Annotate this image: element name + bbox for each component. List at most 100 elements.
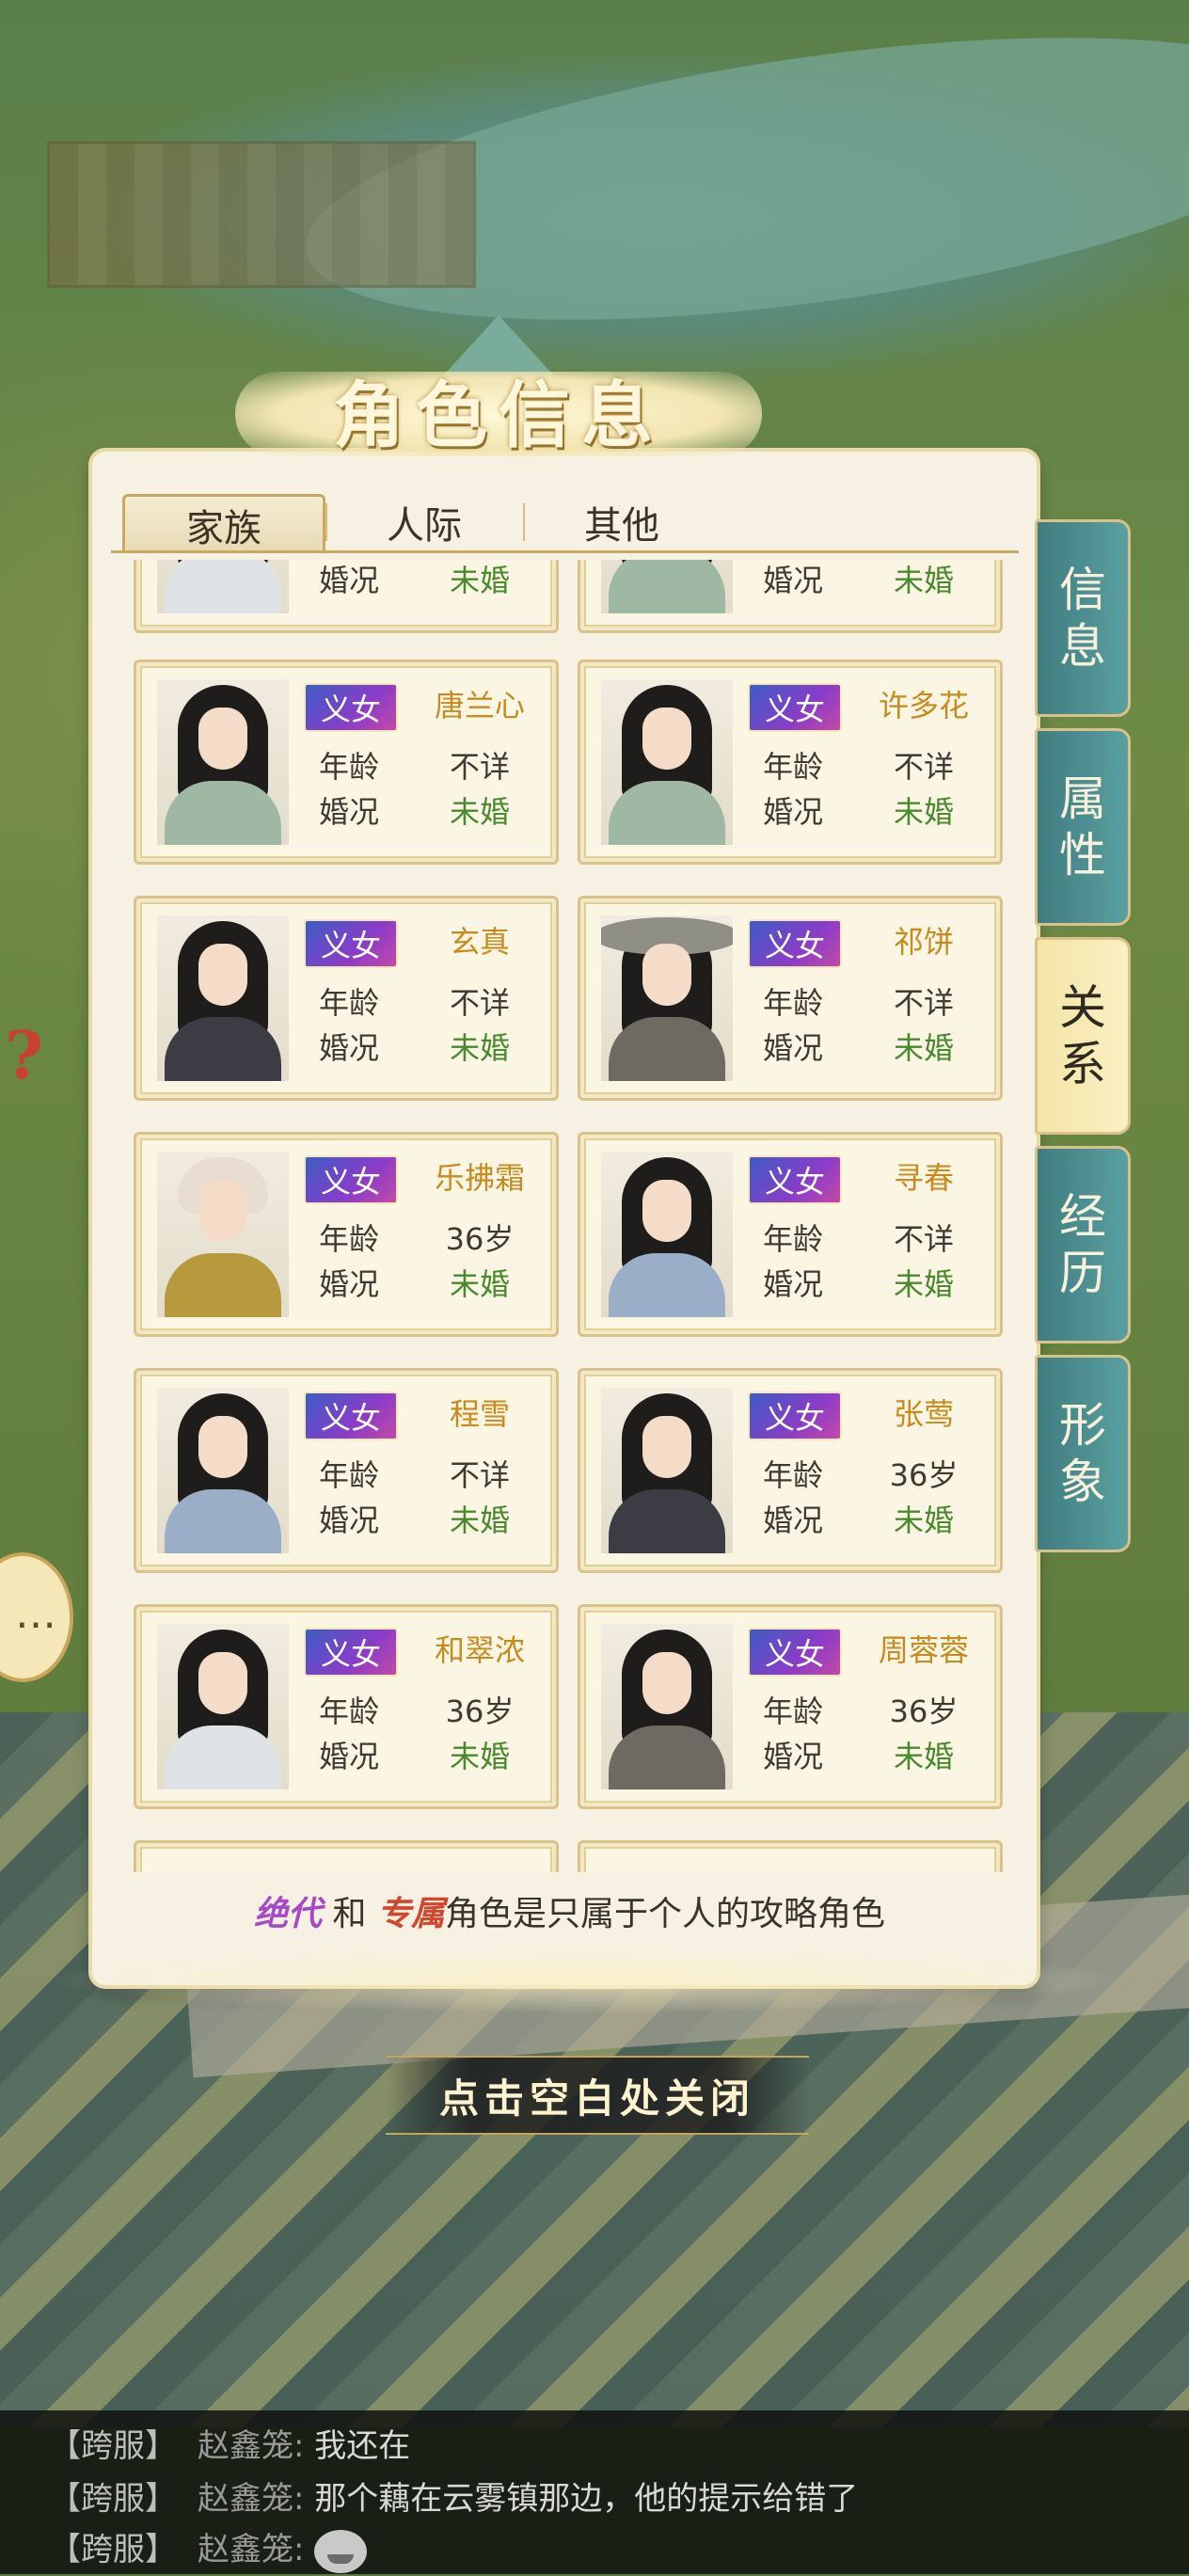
character-portrait [601, 679, 733, 845]
footnote-connector: 和 [322, 1895, 377, 1933]
relation-badge: 义女 [748, 1391, 842, 1440]
character-portrait [157, 1152, 289, 1317]
character-card[interactable] [578, 1840, 1003, 1872]
character-name: 和翠浓 [434, 1632, 525, 1668]
age-label: 年龄 [762, 985, 823, 1021]
help-icon[interactable]: ? [5, 1016, 61, 1094]
character-name: 祁饼 [893, 924, 954, 960]
character-card[interactable]: 义女 唐兰心 年龄 不详 婚况 未婚 [134, 660, 559, 865]
character-card[interactable]: 义女 周蓉蓉 年龄 36岁 婚况 未婚 [578, 1604, 1003, 1809]
character-name: 乐拂霜 [434, 1160, 525, 1196]
character-portrait [601, 1388, 733, 1553]
marital-value: 未婚 [449, 1030, 510, 1066]
chat-line: 【跨服】 赵鑫笼: 那个藕在云雾镇那边，他的提示给错了 [49, 2473, 858, 2525]
character-name: 张莺 [893, 1396, 954, 1432]
character-card[interactable] [134, 1840, 559, 1872]
tab-social[interactable]: 人际 [325, 494, 523, 550]
age-label: 年龄 [762, 749, 823, 785]
side-tab-attributes[interactable]: 属性 [1035, 728, 1131, 926]
character-name: 程雪 [449, 1396, 510, 1432]
footnote-keyword-exclusive: 专属 [376, 1894, 445, 1933]
character-card[interactable]: 婚况 未婚 [578, 560, 1003, 633]
chat-line: 【跨服】 赵鑫笼: 我还在 [49, 2420, 410, 2473]
age-value: 不详 [449, 985, 510, 1021]
character-portrait [601, 1152, 733, 1317]
age-label: 年龄 [762, 1457, 823, 1493]
marital-label: 婚况 [318, 1266, 379, 1302]
tab-other[interactable]: 其他 [523, 494, 721, 550]
side-tab-relations[interactable]: 关系 [1035, 937, 1131, 1135]
character-card[interactable]: 义女 玄真 年龄 不详 婚况 未婚 [134, 896, 559, 1101]
relation-badge: 义女 [304, 1391, 398, 1440]
chat-message: 那个藕在云雾镇那边，他的提示给错了 [314, 2480, 859, 2518]
dialog-title: 角色信息 [333, 374, 664, 457]
marital-label: 婚况 [762, 1503, 823, 1538]
chat-sender: 赵鑫笼: [198, 2480, 305, 2518]
chat-sender: 赵鑫笼: [198, 2427, 305, 2465]
title-banner: 角色信息 [235, 315, 762, 466]
age-label: 年龄 [762, 1693, 823, 1729]
age-value: 36岁 [445, 1693, 515, 1729]
character-portrait [601, 1624, 733, 1789]
laughing-emoji-icon [314, 2529, 368, 2573]
character-portrait [157, 915, 289, 1081]
relation-badge: 义女 [748, 1628, 842, 1677]
character-portrait [157, 560, 289, 613]
relation-badge: 义女 [304, 683, 398, 732]
chat-channel: 【跨服】 [49, 2480, 177, 2518]
character-card[interactable]: 义女 和翠浓 年龄 36岁 婚况 未婚 [134, 1604, 559, 1809]
age-label: 年龄 [318, 1693, 379, 1729]
relation-badge: 义女 [748, 1155, 842, 1204]
relation-badge: 义女 [304, 1628, 398, 1677]
character-card[interactable]: 义女 祁饼 年龄 不详 婚况 未婚 [578, 896, 1003, 1101]
marital-value: 未婚 [449, 1266, 510, 1302]
marital-value: 未婚 [449, 1739, 510, 1774]
character-card[interactable]: 义女 许多花 年龄 不详 婚况 未婚 [578, 660, 1003, 865]
marital-value: 未婚 [893, 1739, 954, 1774]
chat-log[interactable]: 【跨服】 赵鑫笼: 我还在 【跨服】 赵鑫笼: 那个藕在云雾镇那边，他的提示给错了 … [0, 2410, 1189, 2574]
marital-value: 未婚 [893, 1503, 954, 1538]
age-value: 不详 [893, 985, 954, 1021]
marital-value: 未婚 [449, 794, 510, 830]
character-card[interactable]: 义女 张莺 年龄 36岁 婚况 未婚 [578, 1368, 1003, 1573]
chat-sender: 赵鑫笼: [198, 2531, 305, 2568]
character-card[interactable]: 婚况 未婚 [134, 560, 559, 633]
relation-badge: 义女 [748, 683, 842, 732]
character-card[interactable]: 义女 程雪 年龄 不详 婚况 未婚 [134, 1368, 559, 1573]
marital-label: 婚况 [762, 1266, 823, 1302]
tab-underline [111, 550, 1019, 553]
age-label: 年龄 [318, 749, 379, 785]
side-tab-appearance[interactable]: 形象 [1035, 1355, 1131, 1552]
chat-channel: 【跨服】 [49, 2531, 177, 2568]
marital-label: 婚况 [318, 794, 379, 830]
character-portrait [157, 679, 289, 845]
age-value: 不详 [449, 749, 510, 785]
character-name: 玄真 [449, 924, 510, 960]
age-value: 36岁 [889, 1457, 959, 1493]
age-label: 年龄 [318, 1221, 379, 1257]
map-farm [47, 141, 476, 288]
tab-family[interactable]: 家族 [122, 494, 325, 553]
age-value: 36岁 [889, 1693, 959, 1729]
marital-label: 婚况 [318, 1739, 379, 1774]
character-name: 唐兰心 [434, 688, 525, 724]
character-card[interactable]: 义女 寻春 年龄 不详 婚况 未婚 [578, 1132, 1003, 1337]
chat-channel: 【跨服】 [49, 2427, 177, 2465]
marital-value: 未婚 [893, 1266, 954, 1302]
side-tab-history[interactable]: 经历 [1035, 1146, 1131, 1344]
close-hint-button[interactable]: 点击空白处关闭 [386, 2056, 809, 2135]
marital-label: 婚况 [762, 1739, 823, 1774]
age-label: 年龄 [318, 1457, 379, 1493]
relation-badge: 义女 [304, 1155, 398, 1204]
marital-value: 未婚 [449, 1503, 510, 1538]
footnote-keyword-peerless: 绝代 [254, 1894, 323, 1933]
character-card[interactable]: 义女 乐拂霜 年龄 36岁 婚况 未婚 [134, 1132, 559, 1337]
age-value: 不详 [449, 1457, 510, 1493]
age-value: 不详 [893, 1221, 954, 1257]
character-list[interactable]: 婚况 未婚 婚况 未婚 义女 唐兰心 年龄 不详 婚况 未婚 义女 许多花 年龄… [120, 560, 1019, 1872]
side-tab-info[interactable]: 信息 [1035, 519, 1131, 717]
character-name: 寻春 [893, 1160, 954, 1196]
character-portrait [157, 1624, 289, 1789]
character-portrait [601, 915, 733, 1081]
age-value: 36岁 [445, 1221, 515, 1257]
